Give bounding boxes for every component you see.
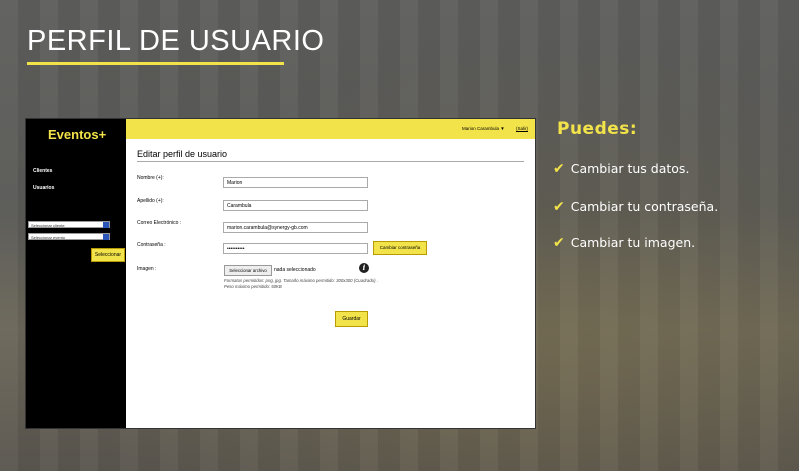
image-label: Imagen : [137,266,157,272]
divider [137,161,524,162]
last-name-field[interactable]: Carambula [223,200,368,211]
event-select-label: Seleccionar evento [31,235,66,240]
app-logo: Eventos+ [48,127,107,142]
check-icon: ✔ [553,235,565,251]
chevron-down-icon [103,222,109,228]
user-menu[interactable]: Marion Carambula ▼ [462,126,505,131]
file-status: nada seleccionado [274,267,316,273]
sidebar-item-clientes[interactable]: Clientes [33,168,52,174]
app-sidebar: Eventos+ Clientes Usuarios Seleccionar c… [26,119,126,428]
event-select[interactable]: Seleccionar evento [28,233,110,240]
save-button[interactable]: Guardar [335,311,368,327]
logout-link[interactable]: (Salir) [516,126,528,131]
client-select[interactable]: Seleccionar cliente [28,221,110,228]
feature-text: Cambiar tus datos. [570,161,690,176]
client-select-label: Seleccionar cliente [31,223,65,228]
features-heading: Puedes: [557,119,638,139]
title-underline [27,62,284,65]
feature-text: Cambiar tu imagen. [570,235,696,250]
password-field[interactable]: •••••••••• [223,243,368,254]
feature-text: Cambiar tu contraseña. [570,199,719,214]
first-name-label: Nombre (+): [137,175,164,181]
file-select-button[interactable]: Seleccionar archivo [224,265,272,276]
check-icon: ✔ [553,161,565,177]
last-name-label: Apellido (+): [137,198,164,204]
info-icon[interactable]: i [359,263,369,273]
email-label: Correo Electrónico : [137,220,182,226]
form-title: Editar perfil de usuario [137,149,228,159]
sidebar-item-usuarios[interactable]: Usuarios [33,185,54,191]
slide-title: PERFIL DE USUARIO [27,25,325,57]
password-label: Contraseña : [137,242,166,248]
change-password-button[interactable]: Cambiar contraseña [373,241,427,255]
check-icon: ✔ [553,199,565,215]
feature-item: ✔ Cambiar tu imagen. [553,235,695,251]
feature-item: ✔ Cambiar tu contraseña. [553,199,718,215]
image-hint: Formatos permitidos: png, jpg. Tamaño má… [224,278,378,289]
first-name-field[interactable]: Marion [223,177,368,188]
email-field[interactable]: marion.carambula@synergy-gb.com [223,222,368,233]
app-screenshot: Eventos+ Clientes Usuarios Seleccionar c… [25,118,536,429]
select-button[interactable]: Seleccionar [91,248,125,262]
chevron-down-icon [103,234,109,240]
feature-item: ✔ Cambiar tus datos. [553,161,689,177]
